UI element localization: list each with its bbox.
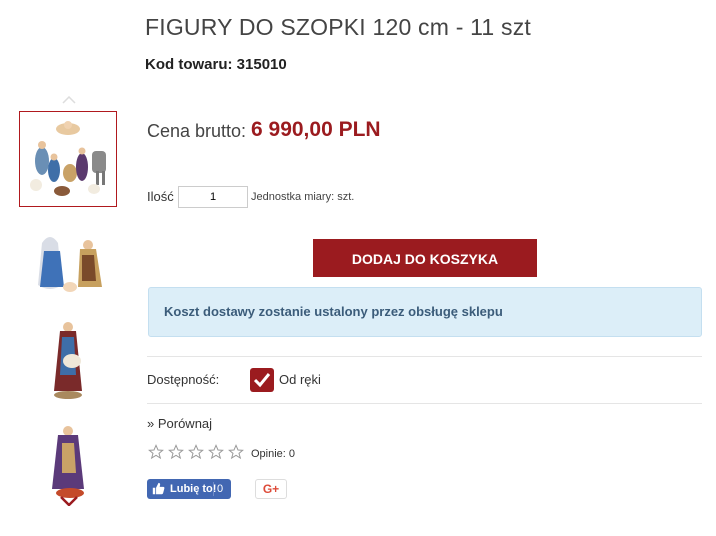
compare-link[interactable]: » Porównaj xyxy=(147,416,212,431)
product-code-label: Kod towaru: xyxy=(145,56,233,73)
availability-label: Dostępność: xyxy=(147,372,220,387)
quantity-input[interactable] xyxy=(178,186,248,208)
divider xyxy=(147,403,702,404)
shipping-notice: Koszt dostawy zostanie ustalony przez ob… xyxy=(148,287,702,337)
facebook-like-count: 0 xyxy=(217,483,224,495)
thumbnail-mary-and-joseph[interactable] xyxy=(19,215,117,311)
kneeling-figure-image xyxy=(52,426,84,498)
reviews-count: Opinie: 0 xyxy=(251,448,296,460)
shipping-notice-text: Koszt dostawy zostanie ustalony przez ob… xyxy=(164,304,503,319)
chevron-down-icon[interactable] xyxy=(60,496,78,506)
divider xyxy=(213,482,214,496)
price-label: Cena brutto: xyxy=(147,121,247,141)
rating-stars[interactable] xyxy=(148,444,244,460)
star-icon[interactable] xyxy=(188,444,204,460)
facebook-like-label: Lubię to! xyxy=(170,483,217,495)
star-icon[interactable] xyxy=(228,444,244,460)
thumbnail-kneeling-figure[interactable] xyxy=(19,412,117,508)
thumbnail-nativity-set[interactable] xyxy=(19,111,117,207)
product-code: Kod towaru: 315010 xyxy=(145,56,287,73)
star-icon[interactable] xyxy=(208,444,224,460)
unit-of-measure: Jednostka miary: szt. xyxy=(251,191,355,203)
quantity-label: Ilość xyxy=(147,189,174,204)
price-value: 6 990,00 PLN xyxy=(251,118,381,141)
availability-value: Od ręki xyxy=(279,372,321,387)
product-title: FIGURY DO SZOPKI 120 cm - 11 szt xyxy=(145,14,532,40)
facebook-like-button[interactable]: Lubię to! 0 xyxy=(147,479,231,499)
star-icon[interactable] xyxy=(168,444,184,460)
mary-and-joseph-image xyxy=(38,237,102,292)
nativity-set-image xyxy=(30,121,106,196)
google-plus-button[interactable]: G+ xyxy=(255,479,287,499)
star-icon[interactable] xyxy=(148,444,164,460)
add-to-cart-button[interactable]: DODAJ DO KOSZYKA xyxy=(313,239,537,277)
product-code-value: 315010 xyxy=(236,56,287,73)
checkmark-icon xyxy=(250,368,274,392)
thumbs-up-icon xyxy=(152,482,165,495)
chevron-up-icon[interactable] xyxy=(62,96,76,104)
divider xyxy=(147,356,702,357)
thumbnail-shepherd[interactable] xyxy=(19,312,117,408)
shepherd-image xyxy=(54,322,82,399)
